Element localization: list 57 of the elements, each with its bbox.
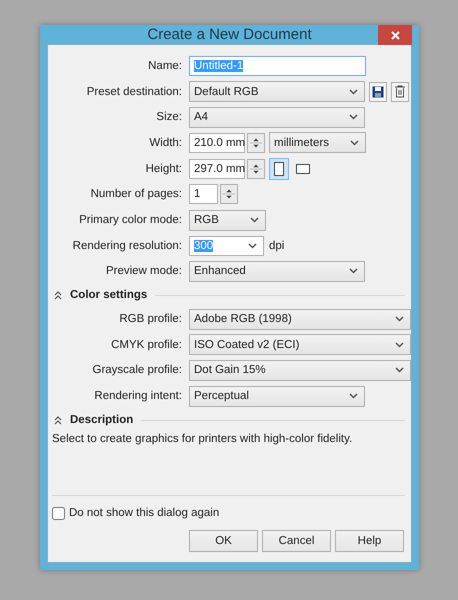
dropdown[interactable]: Dot Gain 15%: [189, 360, 411, 381]
chevron-down-icon: [248, 242, 257, 249]
field-label: Preset destination:: [86, 86, 183, 98]
checkbox-label: Do not show this dialog again: [69, 507, 220, 519]
window-title: Create a New Document: [147, 26, 312, 44]
dropdown[interactable]: Perceptual: [189, 386, 365, 407]
pages-field[interactable]: 1: [189, 184, 218, 204]
section-title[interactable]: Description: [70, 414, 134, 426]
chevron-down-icon: [395, 342, 404, 348]
dropdown[interactable]: A4: [189, 106, 365, 128]
field-label: Number of pages:: [90, 188, 183, 200]
dropdown[interactable]: Enhanced: [189, 260, 365, 282]
spinner[interactable]: [220, 184, 238, 204]
width-field[interactable]: 210.0 mm: [189, 132, 245, 153]
collapse-icon[interactable]: [54, 416, 62, 424]
description-text: Select to create graphics for printers with high-color fidelity.: [52, 433, 352, 445]
chevron-down-icon: [395, 367, 404, 374]
dialog-button[interactable]: OK: [189, 530, 258, 552]
dropdown[interactable]: RGB: [189, 210, 266, 231]
dialog-button[interactable]: Cancel: [262, 530, 331, 552]
chevron-down-icon: [349, 114, 358, 120]
field-label: Size:: [155, 111, 183, 124]
chevron-down-icon: [349, 88, 358, 95]
chevron-down-icon: [349, 268, 358, 274]
portrait-button[interactable]: [269, 158, 289, 180]
trash-icon[interactable]: [391, 82, 409, 102]
spinner[interactable]: [247, 158, 265, 179]
dropdown[interactable]: ISO Coated v2 (ECI): [189, 334, 411, 356]
close-button[interactable]: [378, 25, 412, 45]
field-label: Rendering resolution:: [72, 240, 183, 252]
landscape-page-icon: [296, 164, 310, 174]
portrait-page-icon: [274, 162, 284, 176]
field-label: Height:: [144, 162, 183, 175]
close-icon: [390, 30, 400, 40]
save-icon[interactable]: [369, 82, 387, 102]
chevron-down-icon: [350, 140, 359, 146]
chevron-down-icon: [395, 316, 404, 322]
unit-label: dpi: [269, 240, 284, 252]
field-label: Width:: [148, 136, 183, 149]
units-dropdown[interactable]: millimeters: [269, 132, 366, 154]
collapse-icon[interactable]: [54, 290, 62, 300]
chevron-down-icon: [250, 217, 259, 224]
spinner[interactable]: [247, 132, 265, 153]
dialog-button[interactable]: Help: [335, 530, 404, 552]
chevron-down-icon: [349, 393, 358, 400]
section-title[interactable]: Color settings: [70, 289, 148, 302]
dropdown[interactable]: Adobe RGB (1998): [189, 308, 411, 330]
field-label: CMYK profile:: [110, 338, 183, 351]
field-label: Preview mode:: [104, 265, 183, 278]
field-label: Primary color mode:: [78, 214, 183, 226]
height-field[interactable]: 297.0 mm: [189, 158, 245, 179]
preset-dropdown[interactable]: Default RGB: [189, 81, 365, 102]
field-label: Rendering intent:: [93, 390, 183, 402]
field-label: Grayscale profile:: [92, 364, 183, 376]
field-label: Name:: [147, 60, 183, 72]
field-label: RGB profile:: [118, 313, 183, 326]
checkbox[interactable]: [52, 506, 65, 520]
